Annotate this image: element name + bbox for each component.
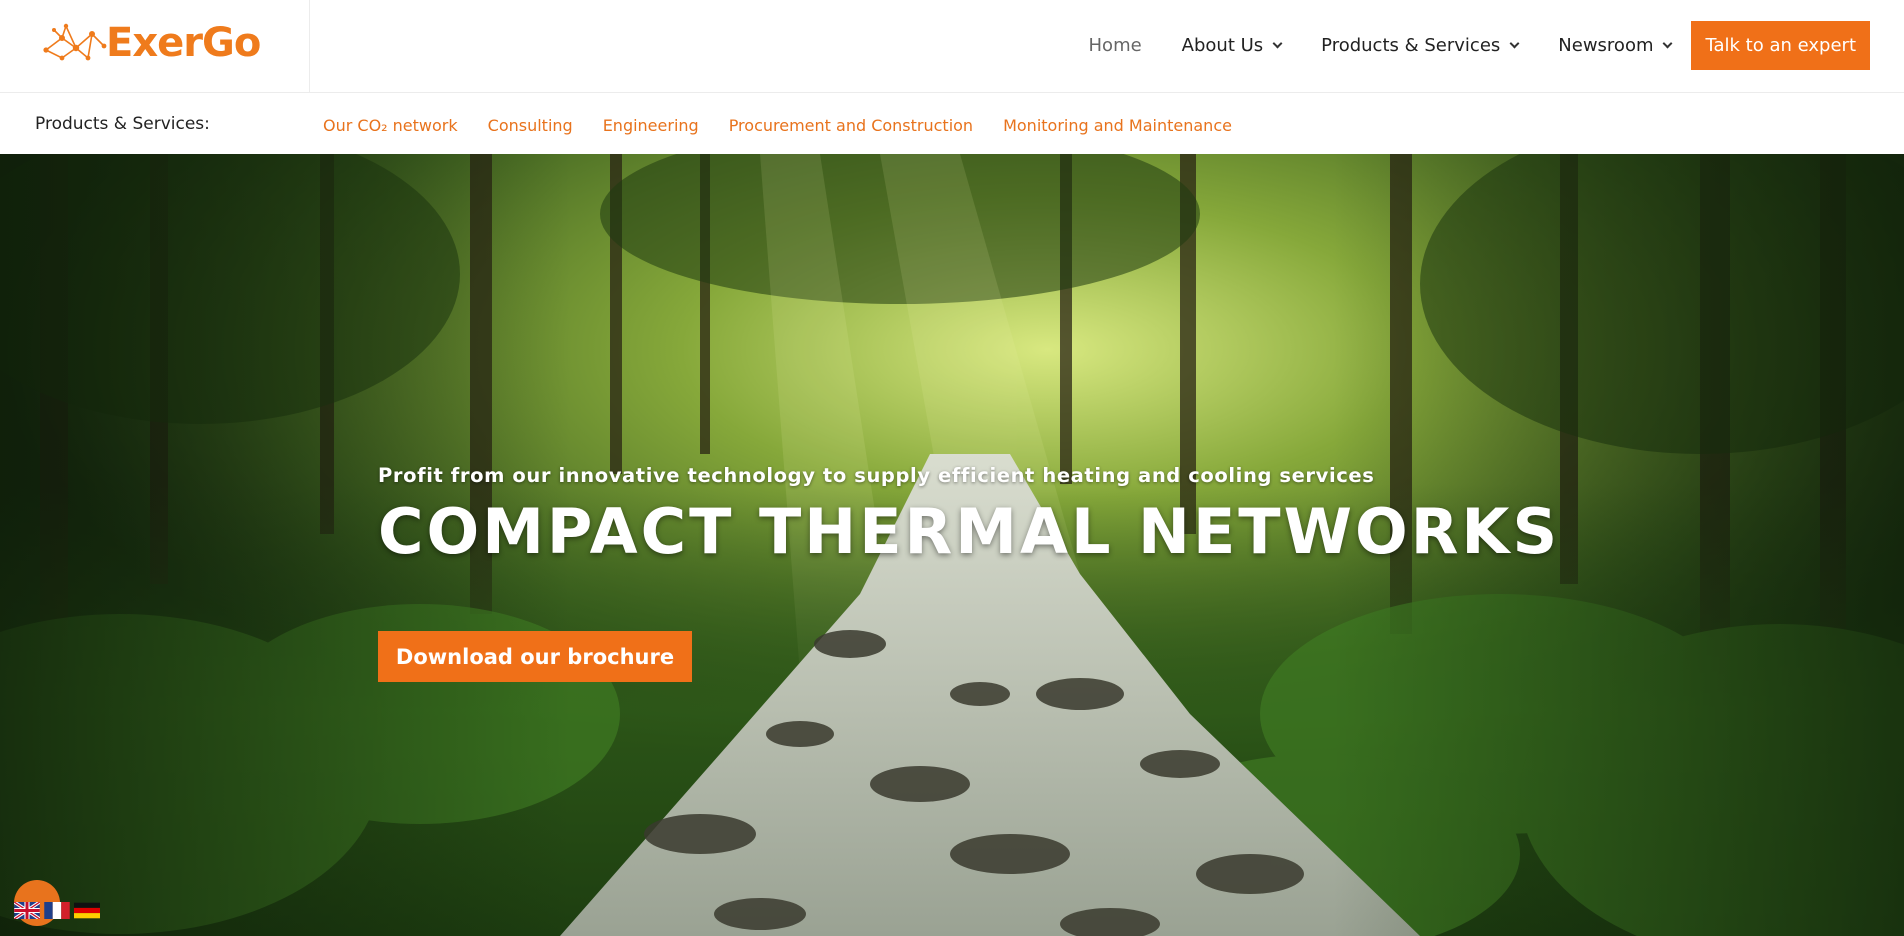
subnav-link-procurement-construction[interactable]: Procurement and Construction (729, 116, 973, 135)
nav-about-us[interactable]: About Us (1181, 35, 1283, 56)
subnav-link-monitoring-maintenance[interactable]: Monitoring and Maintenance (1003, 116, 1232, 135)
main-navigation: Home About Us Products & Services Newsro… (1049, 21, 1870, 70)
language-switcher (14, 880, 114, 930)
nav-newsroom[interactable]: Newsroom (1558, 35, 1673, 56)
hero-section: Profit from our innovative technology to… (0, 154, 1904, 936)
chevron-down-icon (1509, 38, 1520, 48)
nav-home-label: Home (1088, 35, 1142, 56)
france-flag-icon[interactable] (44, 902, 70, 919)
subnav-link-engineering[interactable]: Engineering (603, 116, 699, 135)
download-brochure-button[interactable]: Download our brochure (378, 631, 692, 682)
nav-newsroom-label: Newsroom (1558, 35, 1654, 56)
exergo-logo[interactable]: ExerGo (42, 18, 282, 68)
talk-to-expert-button[interactable]: Talk to an expert (1691, 21, 1870, 70)
nav-products-services[interactable]: Products & Services (1321, 35, 1520, 56)
products-subnav: Products & Services: Our CO₂ network Con… (0, 93, 1904, 154)
subnav-link-consulting[interactable]: Consulting (488, 116, 573, 135)
hero-kicker: Profit from our innovative technology to… (378, 464, 1375, 487)
chevron-down-icon (1663, 38, 1673, 48)
nav-home[interactable]: Home (1089, 35, 1142, 56)
subnav-links: Our CO₂ network Consulting Engineering P… (323, 116, 1262, 135)
logo-wordmark: ExerGo (106, 20, 261, 66)
nav-about-us-label: About Us (1181, 35, 1264, 56)
hero-content: Profit from our innovative technology to… (378, 464, 1561, 682)
network-logo-icon (43, 23, 107, 61)
uk-flag-icon[interactable] (14, 902, 40, 919)
site-header: ExerGo Home About Us Products & Services… (0, 0, 1904, 93)
nav-products-services-label: Products & Services (1321, 35, 1501, 56)
chevron-down-icon (1272, 38, 1283, 48)
subnav-link-co2-network[interactable]: Our CO₂ network (323, 116, 458, 135)
subnav-label: Products & Services: (35, 114, 210, 134)
logo-container: ExerGo (0, 0, 310, 92)
germany-flag-icon[interactable] (74, 902, 100, 919)
hero-title: COMPACT THERMAL NETWORKS (378, 495, 1561, 568)
